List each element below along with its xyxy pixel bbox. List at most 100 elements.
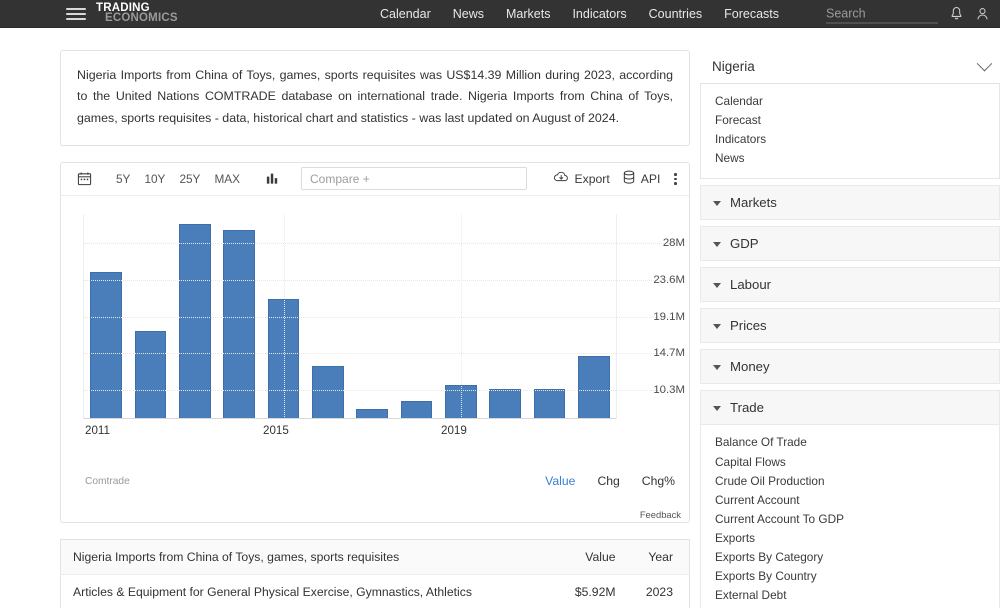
breakdown-table: Nigeria Imports from China of Toys, game… bbox=[60, 538, 690, 608]
sidebar-trade-link[interactable]: Balance Of Trade bbox=[715, 433, 999, 452]
chart-x-tick-label: 2019 bbox=[441, 423, 467, 437]
sidebar-section-label: Markets bbox=[730, 195, 777, 211]
sidebar-link-news[interactable]: News bbox=[715, 149, 999, 168]
chart-bar[interactable] bbox=[533, 389, 566, 419]
sidebar-section-labour[interactable]: Labour bbox=[700, 267, 1000, 303]
sidebar-link-calendar[interactable]: Calendar bbox=[715, 92, 999, 111]
sidebar-trade-link[interactable]: Capital Flows bbox=[715, 453, 999, 472]
caret-down-icon bbox=[713, 201, 721, 207]
table-cell-year: 2023 bbox=[627, 574, 690, 608]
chart-x-tick-label: 2015 bbox=[263, 423, 289, 437]
database-icon bbox=[622, 170, 636, 188]
sidebar-section-prices[interactable]: Prices bbox=[700, 308, 1000, 344]
api-button[interactable]: API bbox=[622, 170, 661, 188]
kebab-dot bbox=[674, 173, 677, 176]
nav-item-countries[interactable]: Countries bbox=[649, 7, 703, 21]
chart-bar[interactable] bbox=[489, 389, 522, 419]
sidebar-section-label: Labour bbox=[730, 277, 772, 293]
sidebar-country-name: Nigeria bbox=[712, 59, 755, 74]
sidebar-section-money[interactable]: Money bbox=[700, 349, 1000, 385]
chart-bar[interactable] bbox=[400, 400, 433, 419]
caret-down-icon bbox=[713, 283, 721, 289]
api-label: API bbox=[640, 171, 661, 186]
sidebar-section-markets[interactable]: Markets bbox=[700, 185, 1000, 221]
chart-canvas[interactable] bbox=[83, 213, 680, 419]
indicator-summary-text: Nigeria Imports from China of Toys, game… bbox=[60, 50, 690, 146]
site-logo[interactable]: TRADING ECONOMICS bbox=[96, 2, 178, 25]
nav-item-markets[interactable]: Markets bbox=[506, 7, 550, 21]
sidebar-section-label: Prices bbox=[730, 318, 767, 334]
main-navigation: Calendar News Markets Indicators Countri… bbox=[380, 0, 779, 28]
chart-vertical-gridline bbox=[460, 213, 462, 419]
feedback-link[interactable]: Feedback bbox=[640, 509, 681, 520]
nav-item-calendar[interactable]: Calendar bbox=[380, 7, 431, 21]
chart-legend: Value Chg Chg% bbox=[545, 474, 675, 488]
compare-box bbox=[301, 167, 527, 191]
sidebar-trade-link[interactable]: Current Account To GDP bbox=[715, 510, 999, 529]
export-button[interactable]: Export bbox=[553, 170, 610, 187]
calendar-icon[interactable] bbox=[73, 168, 95, 190]
sidebar-section-label: Money bbox=[730, 359, 770, 375]
page-body: Nigeria Imports from China of Toys, game… bbox=[0, 28, 1000, 608]
range-button-25y[interactable]: 25Y bbox=[172, 169, 207, 189]
legend-item-chg[interactable]: Chg bbox=[597, 474, 619, 488]
notification-bell-icon[interactable] bbox=[949, 6, 964, 22]
caret-down-icon bbox=[713, 406, 721, 412]
chart-y-tick-label: 23.6M bbox=[653, 273, 685, 286]
chart-source-label: Comtrade bbox=[85, 475, 130, 487]
chart-gridline bbox=[84, 353, 680, 355]
chart-baseline bbox=[84, 417, 616, 419]
main-content: Nigeria Imports from China of Toys, game… bbox=[60, 28, 690, 608]
range-button-10y[interactable]: 10Y bbox=[137, 169, 172, 189]
table-header-row: Nigeria Imports from China of Toys, game… bbox=[60, 539, 690, 575]
sidebar-section-label: Trade bbox=[730, 400, 764, 416]
chart-type-icon[interactable] bbox=[261, 168, 283, 190]
user-account-icon[interactable] bbox=[975, 6, 990, 22]
sidebar-trade-link[interactable]: Exports bbox=[715, 529, 999, 548]
nav-item-news[interactable]: News bbox=[453, 7, 484, 21]
caret-down-icon bbox=[713, 324, 721, 330]
top-navigation-bar: TRADING ECONOMICS Calendar News Markets … bbox=[0, 0, 1000, 28]
sidebar-trade-link[interactable]: Crude Oil Production bbox=[715, 472, 999, 491]
legend-item-chgpct[interactable]: Chg% bbox=[642, 474, 675, 488]
sidebar-trade-link[interactable]: Exports By Category bbox=[715, 548, 999, 567]
legend-item-value[interactable]: Value bbox=[545, 474, 575, 488]
table-cell-value: $5.92M bbox=[547, 574, 628, 608]
chart-bar[interactable] bbox=[311, 365, 344, 419]
nav-item-forecasts[interactable]: Forecasts bbox=[724, 7, 779, 21]
sidebar-link-forecast[interactable]: Forecast bbox=[715, 111, 999, 130]
chart-vertical-gridline bbox=[283, 213, 285, 419]
chart-gridline bbox=[84, 279, 680, 281]
chart-gridline bbox=[84, 389, 680, 391]
sidebar-trade-link[interactable]: Exports By Country bbox=[715, 567, 999, 586]
sidebar-section-trade[interactable]: Trade bbox=[700, 390, 1000, 426]
sidebar-link-indicators[interactable]: Indicators bbox=[715, 130, 999, 149]
sidebar-trade-link[interactable]: External Debt bbox=[715, 586, 999, 605]
range-button-5y[interactable]: 5Y bbox=[109, 169, 137, 189]
sidebar-country-header[interactable]: Nigeria bbox=[700, 50, 1000, 84]
chevron-down-icon bbox=[976, 55, 993, 72]
range-button-max[interactable]: MAX bbox=[207, 169, 247, 189]
chart-y-tick-label: 28M bbox=[662, 237, 685, 250]
nav-item-indicators[interactable]: Indicators bbox=[572, 7, 626, 21]
chart-bar[interactable] bbox=[577, 356, 610, 419]
table-header-year: Year bbox=[627, 539, 690, 575]
sidebar-trade-links: Balance Of Trade Capital Flows Crude Oil P… bbox=[700, 425, 1000, 608]
chart-bar[interactable] bbox=[90, 272, 123, 419]
compare-input[interactable] bbox=[301, 167, 527, 191]
chart-bar[interactable] bbox=[134, 331, 167, 419]
right-sidebar: Nigeria Calendar Forecast Indicators New… bbox=[700, 28, 1000, 608]
hamburger-menu-icon[interactable] bbox=[66, 5, 86, 23]
table-header-value: Value bbox=[547, 539, 628, 575]
sidebar-section-gdp[interactable]: GDP bbox=[700, 226, 1000, 262]
table-row[interactable]: Articles & Equipment for General Physica… bbox=[60, 574, 690, 608]
kebab-dot bbox=[674, 182, 677, 185]
kebab-dot bbox=[674, 177, 677, 181]
search-input[interactable] bbox=[826, 5, 938, 23]
sidebar-trade-link[interactable]: Current Account bbox=[715, 491, 999, 510]
search-box bbox=[826, 4, 938, 23]
export-label: Export bbox=[574, 171, 610, 186]
more-options-icon[interactable] bbox=[674, 173, 677, 185]
chart-y-tick-label: 19.1M bbox=[653, 310, 685, 323]
sidebar-section-label: GDP bbox=[730, 236, 759, 252]
